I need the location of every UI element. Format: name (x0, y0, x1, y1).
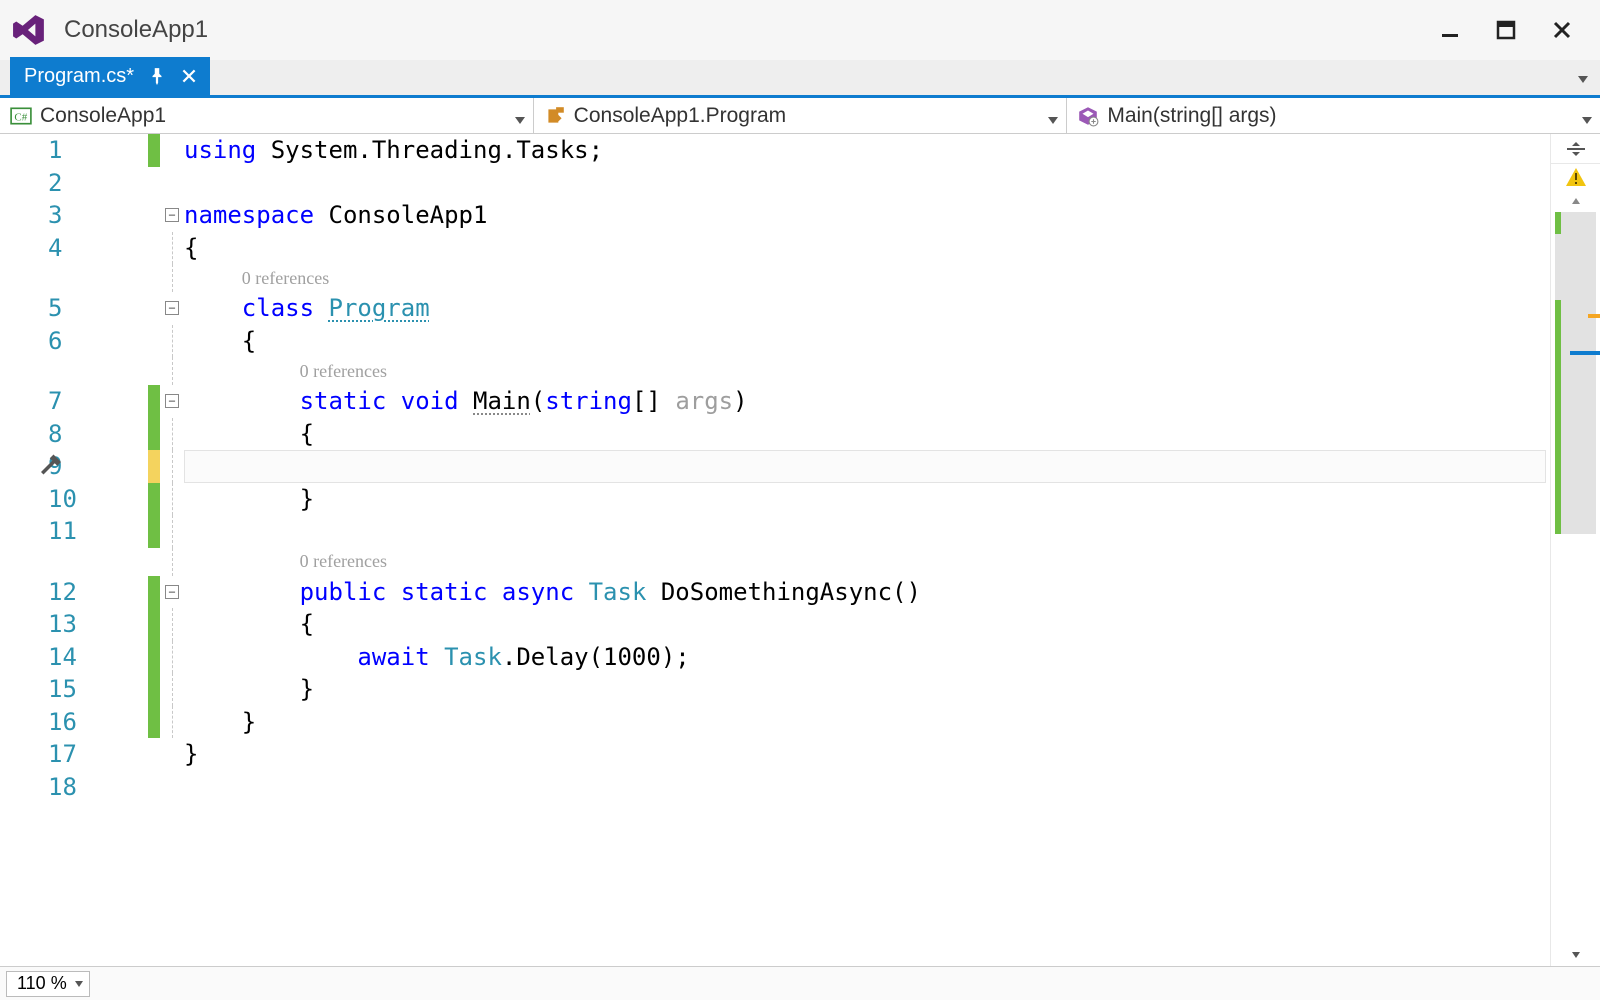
fold-toggle-icon[interactable]: − (165, 301, 179, 315)
line-number-gutter: 1 2 3 4 5 6 7 8 9 10 11 12 13 14 15 16 1… (48, 134, 148, 966)
line-number: 6 (48, 327, 62, 355)
file-tab-label: Program.cs* (24, 65, 134, 88)
line-number: 5 (48, 294, 62, 322)
file-tab-program[interactable]: Program.cs* (10, 57, 210, 95)
vertical-scrollbar-map[interactable] (1550, 134, 1600, 966)
close-tab-icon[interactable] (180, 67, 198, 85)
class-icon (544, 105, 566, 127)
warning-indicator-icon[interactable] (1551, 164, 1600, 190)
pin-tab-icon[interactable] (148, 67, 166, 85)
nav-project-label: ConsoleApp1 (40, 104, 166, 128)
line-number: 15 (48, 675, 77, 703)
chevron-down-icon (1048, 106, 1058, 130)
line-number: 8 (48, 420, 62, 448)
change-indicator-gutter (148, 134, 160, 966)
chevron-down-icon (75, 981, 83, 987)
window-title: ConsoleApp1 (64, 16, 208, 44)
csharp-project-icon: C# (10, 105, 32, 127)
title-bar: ConsoleApp1 (0, 0, 1600, 60)
line-number: 10 (48, 485, 77, 513)
line-number: 2 (48, 169, 62, 197)
chevron-down-icon (1582, 106, 1592, 130)
zoom-level-dropdown[interactable]: 110 % (6, 971, 90, 997)
code-text-area[interactable]: using System.Threading.Tasks; namespace … (184, 134, 1550, 966)
fold-toggle-icon[interactable]: − (165, 585, 179, 599)
codelens-references[interactable]: 0 references (300, 361, 387, 382)
nav-class-dropdown[interactable]: ConsoleApp1.Program (534, 98, 1068, 133)
chevron-down-icon (515, 106, 525, 130)
visual-studio-logo-icon (12, 13, 46, 47)
svg-text:C#: C# (14, 111, 27, 123)
glyph-margin[interactable] (0, 134, 48, 966)
line-number: 4 (48, 234, 62, 262)
nav-project-dropdown[interactable]: C# ConsoleApp1 (0, 98, 534, 133)
nav-class-label: ConsoleApp1.Program (574, 104, 786, 128)
close-button[interactable] (1534, 10, 1590, 50)
outlining-gutter[interactable]: − − − − (160, 134, 184, 966)
maximize-button[interactable] (1478, 10, 1534, 50)
nav-member-label: Main(string[] args) (1107, 104, 1276, 128)
line-number: 17 (48, 740, 77, 768)
editor-status-bar: 110 % (0, 966, 1600, 1000)
minimize-button[interactable] (1422, 10, 1478, 50)
line-number: 16 (48, 708, 77, 736)
line-number: 18 (48, 773, 77, 801)
line-number: 11 (48, 517, 77, 545)
code-editor[interactable]: 1 2 3 4 5 6 7 8 9 10 11 12 13 14 15 16 1… (0, 134, 1600, 966)
line-number: 3 (48, 201, 62, 229)
navigation-bar: C# ConsoleApp1 ConsoleApp1.Program Main(… (0, 98, 1600, 134)
zoom-level-label: 110 % (17, 973, 67, 994)
fold-toggle-icon[interactable]: − (165, 208, 179, 222)
scroll-up-icon[interactable] (1551, 190, 1600, 212)
line-number: 13 (48, 610, 77, 638)
line-number: 14 (48, 643, 77, 671)
scroll-map[interactable] (1555, 212, 1596, 944)
fold-toggle-icon[interactable]: − (165, 394, 179, 408)
line-number: 1 (48, 136, 62, 164)
codelens-references[interactable]: 0 references (300, 551, 387, 572)
document-tab-strip: Program.cs* (0, 60, 1600, 98)
current-line-highlight (184, 450, 1546, 483)
line-number: 12 (48, 578, 77, 606)
scroll-down-icon[interactable] (1551, 944, 1600, 966)
codelens-references[interactable]: 0 references (242, 268, 329, 289)
nav-member-dropdown[interactable]: Main(string[] args) (1067, 98, 1600, 133)
split-editor-icon[interactable] (1551, 134, 1600, 164)
line-number: 7 (48, 387, 62, 415)
quick-actions-icon[interactable] (36, 452, 66, 482)
method-icon (1077, 105, 1099, 127)
tab-overflow-menu-icon[interactable] (1578, 70, 1588, 88)
